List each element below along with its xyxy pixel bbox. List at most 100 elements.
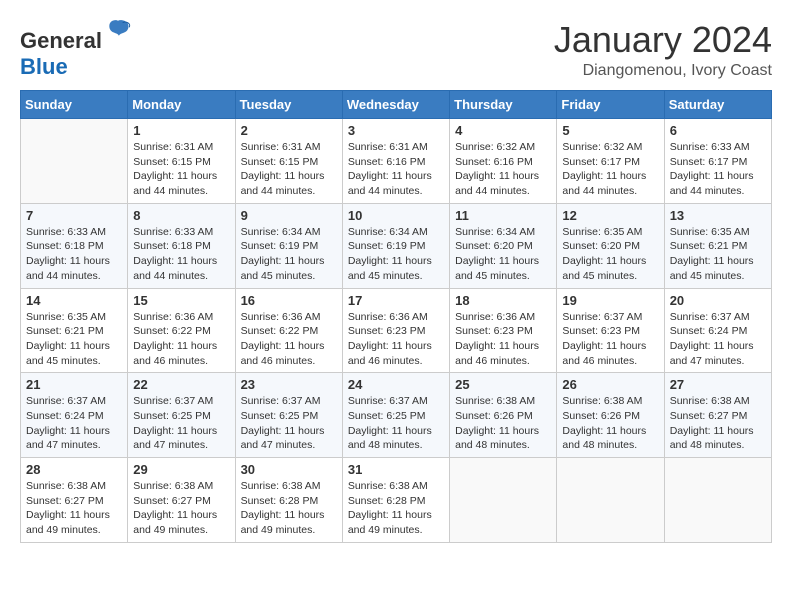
- calendar-day-cell: 25 Sunrise: 6:38 AMSunset: 6:26 PMDayligh…: [450, 373, 557, 458]
- calendar-day-cell: 27 Sunrise: 6:38 AMSunset: 6:27 PMDayligh…: [664, 373, 771, 458]
- logo: General Blue: [20, 20, 132, 80]
- calendar-day-cell: 9Sunrise: 6:34 AMSunset: 6:19 PMDaylight…: [235, 203, 342, 288]
- calendar-day-header: Friday: [557, 91, 664, 119]
- day-number: 19: [562, 293, 658, 308]
- logo-blue: Blue: [20, 54, 68, 79]
- day-number: 23: [241, 377, 337, 392]
- calendar-day-cell: 14 Sunrise: 6:35 AMSunset: 6:21 PMDayligh…: [21, 288, 128, 373]
- calendar-day-cell: 31Sunrise: 6:38 AMSunset: 6:28 PMDayligh…: [342, 458, 449, 543]
- calendar-day-cell: [450, 458, 557, 543]
- day-info: Sunrise: 6:36 AMSunset: 6:23 PMDaylight:…: [455, 310, 551, 369]
- day-info: Sunrise: 6:38 AMSunset: 6:26 PMDaylight:…: [562, 394, 658, 453]
- day-info: Sunrise: 6:33 AMSunset: 6:18 PMDaylight:…: [26, 225, 122, 284]
- day-number: 7: [26, 208, 122, 223]
- calendar-day-cell: 19 Sunrise: 6:37 AMSunset: 6:23 PMDayligh…: [557, 288, 664, 373]
- day-info: Sunrise: 6:37 AMSunset: 6:24 PMDaylight:…: [670, 310, 766, 369]
- title-block: January 2024 Diangomenou, Ivory Coast: [554, 20, 772, 80]
- logo-general: General: [20, 28, 102, 53]
- day-info: Sunrise: 6:38 AMSunset: 6:28 PMDaylight:…: [241, 479, 337, 538]
- day-number: 20: [670, 293, 766, 308]
- calendar-day-cell: 5 Sunrise: 6:32 AMSunset: 6:17 PMDaylight…: [557, 119, 664, 204]
- calendar-day-cell: 2 Sunrise: 6:31 AMSunset: 6:15 PMDaylight…: [235, 119, 342, 204]
- day-number: 24: [348, 377, 444, 392]
- day-info: Sunrise: 6:38 AMSunset: 6:26 PMDaylight:…: [455, 394, 551, 453]
- calendar-day-cell: 16 Sunrise: 6:36 AMSunset: 6:22 PMDayligh…: [235, 288, 342, 373]
- calendar-table: SundayMondayTuesdayWednesdayThursdayFrid…: [20, 90, 772, 543]
- day-number: 31: [348, 462, 444, 477]
- calendar-day-cell: 18 Sunrise: 6:36 AMSunset: 6:23 PMDayligh…: [450, 288, 557, 373]
- day-info: Sunrise: 6:37 AMSunset: 6:25 PMDaylight:…: [133, 394, 229, 453]
- page-header: General Blue January 2024 Diangomenou, I…: [20, 20, 772, 80]
- day-info: Sunrise: 6:32 AMSunset: 6:16 PMDaylight:…: [455, 140, 551, 199]
- day-number: 5: [562, 123, 658, 138]
- calendar-header-row: SundayMondayTuesdayWednesdayThursdayFrid…: [21, 91, 772, 119]
- day-info: Sunrise: 6:34 AMSunset: 6:19 PMDaylight:…: [348, 225, 444, 284]
- day-number: 29: [133, 462, 229, 477]
- day-number: 22: [133, 377, 229, 392]
- calendar-day-cell: 11Sunrise: 6:34 AMSunset: 6:20 PMDayligh…: [450, 203, 557, 288]
- day-info: Sunrise: 6:36 AMSunset: 6:22 PMDaylight:…: [241, 310, 337, 369]
- day-number: 27: [670, 377, 766, 392]
- calendar-week-row: 28Sunrise: 6:38 AMSunset: 6:27 PMDayligh…: [21, 458, 772, 543]
- day-number: 11: [455, 208, 551, 223]
- calendar-day-cell: 29Sunrise: 6:38 AMSunset: 6:27 PMDayligh…: [128, 458, 235, 543]
- day-number: 25: [455, 377, 551, 392]
- calendar-day-cell: 17 Sunrise: 6:36 AMSunset: 6:23 PMDayligh…: [342, 288, 449, 373]
- day-info: Sunrise: 6:36 AMSunset: 6:23 PMDaylight:…: [348, 310, 444, 369]
- calendar-day-cell: 12Sunrise: 6:35 AMSunset: 6:20 PMDayligh…: [557, 203, 664, 288]
- calendar-week-row: 21Sunrise: 6:37 AMSunset: 6:24 PMDayligh…: [21, 373, 772, 458]
- day-info: Sunrise: 6:33 AMSunset: 6:17 PMDaylight:…: [670, 140, 766, 199]
- day-info: Sunrise: 6:32 AMSunset: 6:17 PMDaylight:…: [562, 140, 658, 199]
- day-number: 17: [348, 293, 444, 308]
- calendar-day-cell: 1 Sunrise: 6:31 AMSunset: 6:15 PMDaylight…: [128, 119, 235, 204]
- day-number: 15: [133, 293, 229, 308]
- day-number: 1: [133, 123, 229, 138]
- calendar-day-cell: [557, 458, 664, 543]
- day-info: Sunrise: 6:31 AMSunset: 6:15 PMDaylight:…: [241, 140, 337, 199]
- calendar-week-row: 1 Sunrise: 6:31 AMSunset: 6:15 PMDaylight…: [21, 119, 772, 204]
- logo-bird-icon: [104, 18, 132, 46]
- day-info: Sunrise: 6:38 AMSunset: 6:27 PMDaylight:…: [26, 479, 122, 538]
- day-info: Sunrise: 6:37 AMSunset: 6:25 PMDaylight:…: [241, 394, 337, 453]
- day-number: 12: [562, 208, 658, 223]
- calendar-day-cell: 8 Sunrise: 6:33 AMSunset: 6:18 PMDaylight…: [128, 203, 235, 288]
- calendar-day-cell: 21Sunrise: 6:37 AMSunset: 6:24 PMDayligh…: [21, 373, 128, 458]
- calendar-day-cell: 22 Sunrise: 6:37 AMSunset: 6:25 PMDayligh…: [128, 373, 235, 458]
- day-number: 4: [455, 123, 551, 138]
- day-info: Sunrise: 6:34 AMSunset: 6:19 PMDaylight:…: [241, 225, 337, 284]
- calendar-day-header: Saturday: [664, 91, 771, 119]
- day-info: Sunrise: 6:37 AMSunset: 6:23 PMDaylight:…: [562, 310, 658, 369]
- day-number: 2: [241, 123, 337, 138]
- month-title: January 2024: [554, 20, 772, 60]
- day-number: 30: [241, 462, 337, 477]
- day-number: 16: [241, 293, 337, 308]
- day-info: Sunrise: 6:33 AMSunset: 6:18 PMDaylight:…: [133, 225, 229, 284]
- day-info: Sunrise: 6:31 AMSunset: 6:16 PMDaylight:…: [348, 140, 444, 199]
- calendar-week-row: 7 Sunrise: 6:33 AMSunset: 6:18 PMDaylight…: [21, 203, 772, 288]
- day-number: 14: [26, 293, 122, 308]
- calendar-day-cell: 3 Sunrise: 6:31 AMSunset: 6:16 PMDaylight…: [342, 119, 449, 204]
- calendar-day-header: Thursday: [450, 91, 557, 119]
- day-info: Sunrise: 6:35 AMSunset: 6:21 PMDaylight:…: [670, 225, 766, 284]
- day-number: 8: [133, 208, 229, 223]
- calendar-day-header: Monday: [128, 91, 235, 119]
- day-number: 18: [455, 293, 551, 308]
- day-info: Sunrise: 6:35 AMSunset: 6:21 PMDaylight:…: [26, 310, 122, 369]
- calendar-day-header: Sunday: [21, 91, 128, 119]
- day-info: Sunrise: 6:31 AMSunset: 6:15 PMDaylight:…: [133, 140, 229, 199]
- calendar-day-header: Wednesday: [342, 91, 449, 119]
- calendar-day-cell: 23 Sunrise: 6:37 AMSunset: 6:25 PMDayligh…: [235, 373, 342, 458]
- day-number: 21: [26, 377, 122, 392]
- calendar-day-cell: 6 Sunrise: 6:33 AMSunset: 6:17 PMDaylight…: [664, 119, 771, 204]
- calendar-day-cell: 30 Sunrise: 6:38 AMSunset: 6:28 PMDayligh…: [235, 458, 342, 543]
- calendar-day-cell: 4 Sunrise: 6:32 AMSunset: 6:16 PMDaylight…: [450, 119, 557, 204]
- calendar-day-cell: 7 Sunrise: 6:33 AMSunset: 6:18 PMDaylight…: [21, 203, 128, 288]
- calendar-day-cell: 20 Sunrise: 6:37 AMSunset: 6:24 PMDayligh…: [664, 288, 771, 373]
- day-info: Sunrise: 6:38 AMSunset: 6:27 PMDaylight:…: [670, 394, 766, 453]
- calendar-day-cell: [21, 119, 128, 204]
- day-number: 6: [670, 123, 766, 138]
- location: Diangomenou, Ivory Coast: [554, 62, 772, 80]
- day-number: 3: [348, 123, 444, 138]
- day-number: 13: [670, 208, 766, 223]
- calendar-day-cell: 10Sunrise: 6:34 AMSunset: 6:19 PMDayligh…: [342, 203, 449, 288]
